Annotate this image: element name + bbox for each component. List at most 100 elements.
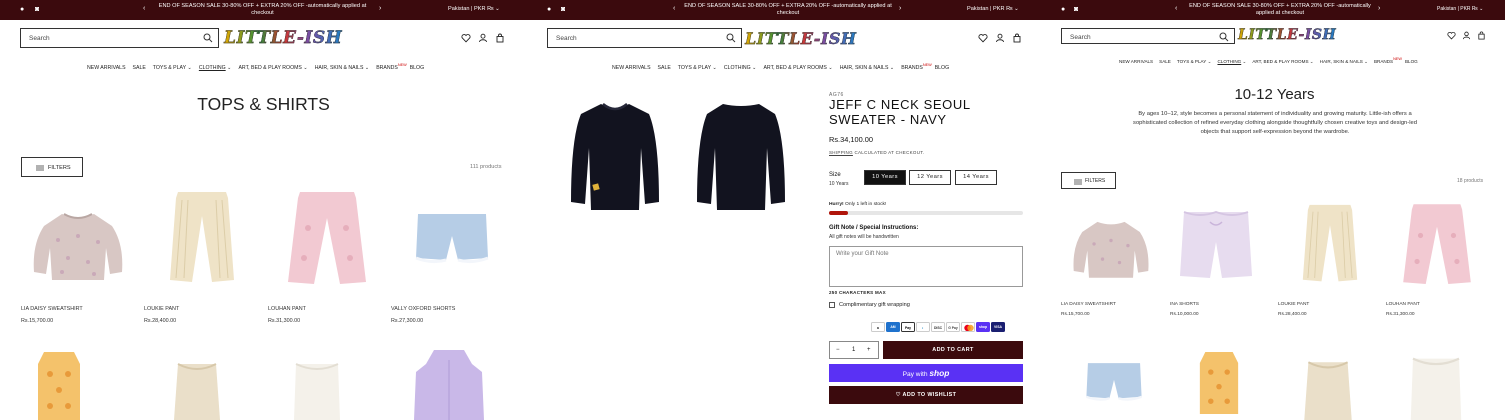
facebook-icon[interactable]: ● xyxy=(547,6,551,14)
nav-item-hair-skin[interactable]: HAIR, SKIN & NAILS ⌄ xyxy=(315,65,370,71)
product-image[interactable] xyxy=(1198,352,1240,414)
filters-button[interactable]: FILTERS xyxy=(1061,172,1116,189)
product-name[interactable]: LOUHAN PANT xyxy=(1386,302,1420,307)
product-image[interactable] xyxy=(1296,200,1364,288)
add-to-cart-button[interactable]: ADD TO CART xyxy=(883,341,1023,359)
nav-item-clothing[interactable]: CLOTHING ⌄ xyxy=(1217,59,1246,65)
nav-item-brands[interactable]: BRANDSNEW xyxy=(376,63,406,71)
nav-item-art-bed[interactable]: ART, BED & PLAY ROOMS ⌄ xyxy=(763,65,832,71)
nav-item-new-arrivals[interactable]: NEW ARRIVALS xyxy=(87,65,126,71)
product-image[interactable] xyxy=(172,356,222,420)
product-image[interactable] xyxy=(1408,352,1464,420)
user-icon[interactable] xyxy=(1462,31,1471,40)
logo[interactable]: LITTLE-ISH xyxy=(745,29,857,48)
product-image[interactable] xyxy=(1176,208,1256,282)
heart-icon[interactable] xyxy=(1447,31,1456,40)
logo[interactable]: LITTLE-ISH xyxy=(1238,27,1336,43)
search-input[interactable]: Search xyxy=(1061,28,1235,44)
search-icon[interactable] xyxy=(726,33,736,43)
gift-wrapping-label[interactable]: Complimentary gift wrapping xyxy=(839,302,910,308)
gift-note-textarea[interactable] xyxy=(829,246,1023,287)
size-option-10-years[interactable]: 10 Years xyxy=(864,170,906,185)
search-icon[interactable] xyxy=(203,33,213,43)
qty-value[interactable]: 1 xyxy=(852,347,855,353)
product-image[interactable] xyxy=(36,352,82,420)
nav-item-art-bed[interactable]: ART, BED & PLAY ROOMS ⌄ xyxy=(238,65,307,71)
product-image[interactable] xyxy=(282,188,372,290)
nav-item-toys[interactable]: TOYS & PLAY ⌄ xyxy=(678,65,717,71)
product-image[interactable] xyxy=(162,188,242,288)
nav-item-blog[interactable]: BLOG xyxy=(1405,59,1418,64)
chevron-left-icon[interactable]: ‹ xyxy=(1175,5,1177,13)
user-icon[interactable] xyxy=(995,33,1005,43)
nav-item-new-arrivals[interactable]: NEW ARRIVALS xyxy=(612,65,651,71)
qty-minus-button[interactable]: − xyxy=(836,347,840,353)
bag-icon[interactable] xyxy=(1477,31,1486,40)
product-name[interactable]: LOUKIE PANT xyxy=(144,306,179,312)
product-name[interactable]: INA SHORTS xyxy=(1170,302,1199,307)
product-image-front[interactable] xyxy=(567,98,663,213)
nav-item-blog[interactable]: BLOG xyxy=(935,65,949,71)
bag-icon[interactable] xyxy=(1012,33,1022,43)
product-image[interactable] xyxy=(1302,354,1354,420)
nav-item-clothing[interactable]: CLOTHING ⌄ xyxy=(724,65,757,71)
shipping-link[interactable]: SHIPPING xyxy=(829,150,853,155)
region-selector[interactable]: Pakistan | PKR ₨ ⌄ xyxy=(1437,6,1483,12)
bag-icon[interactable] xyxy=(495,33,505,43)
nav-item-hair-skin[interactable]: HAIR, SKIN & NAILS ⌄ xyxy=(1320,59,1368,65)
chevron-right-icon[interactable]: › xyxy=(379,5,381,13)
nav-item-toys[interactable]: TOYS & PLAY ⌄ xyxy=(1177,59,1212,65)
filter-icon xyxy=(1074,179,1082,185)
facebook-icon[interactable]: ● xyxy=(20,6,24,14)
chevron-right-icon[interactable]: › xyxy=(1378,5,1380,13)
nav-item-art-bed[interactable]: ART, BED & PLAY ROOMS ⌄ xyxy=(1252,59,1313,65)
product-name[interactable]: LOUHAN PANT xyxy=(268,306,306,312)
product-image[interactable] xyxy=(412,210,492,270)
instagram-icon[interactable]: ◙ xyxy=(1074,6,1078,14)
size-option-12-years[interactable]: 12 Years xyxy=(909,170,951,185)
heart-icon[interactable] xyxy=(461,33,471,43)
nav-item-hair-skin[interactable]: HAIR, SKIN & NAILS ⌄ xyxy=(840,65,895,71)
nav-item-new-arrivals[interactable]: NEW ARRIVALS xyxy=(1119,59,1153,64)
nav-item-clothing[interactable]: CLOTHING ⌄ xyxy=(199,65,232,71)
qty-plus-button[interactable]: + xyxy=(867,347,871,353)
product-image[interactable] xyxy=(1082,360,1146,406)
quantity-stepper[interactable]: − 1 + xyxy=(829,341,879,359)
nav-item-sale[interactable]: SALE xyxy=(133,65,146,71)
gift-wrapping-checkbox[interactable] xyxy=(829,302,835,308)
product-image[interactable] xyxy=(1398,200,1476,290)
product-image[interactable] xyxy=(412,350,486,420)
search-input[interactable]: Search xyxy=(547,28,742,48)
chevron-left-icon[interactable]: ‹ xyxy=(143,5,145,13)
heart-icon[interactable] xyxy=(978,33,988,43)
logo[interactable]: LITTLE-ISH xyxy=(224,28,342,48)
product-name[interactable]: LIA DAISY SWEATSHIRT xyxy=(21,306,83,312)
instagram-icon[interactable]: ◙ xyxy=(35,6,39,14)
chevron-right-icon[interactable]: › xyxy=(899,5,901,13)
search-input[interactable]: Search xyxy=(20,28,219,48)
product-name[interactable]: LIA DAISY SWEATSHIRT xyxy=(1061,302,1116,307)
search-icon[interactable] xyxy=(1219,32,1229,42)
filters-button[interactable]: FILTERS xyxy=(21,157,83,177)
nav-item-blog[interactable]: BLOG xyxy=(410,65,424,71)
product-image-back[interactable] xyxy=(693,98,789,213)
product-name[interactable]: LOUKIE PANT xyxy=(1278,302,1309,307)
nav-item-sale[interactable]: SALE xyxy=(658,65,671,71)
product-name[interactable]: VALLY OXFORD SHORTS xyxy=(391,306,455,312)
nav-item-toys[interactable]: TOYS & PLAY ⌄ xyxy=(153,65,192,71)
chevron-left-icon[interactable]: ‹ xyxy=(673,5,675,13)
nav-item-sale[interactable]: SALE xyxy=(1159,59,1171,64)
nav-item-brands[interactable]: BRANDSNEW xyxy=(1374,57,1402,64)
product-image[interactable] xyxy=(292,358,342,420)
region-selector[interactable]: Pakistan | PKR ₨ ⌄ xyxy=(448,6,500,12)
size-option-14-years[interactable]: 14 Years xyxy=(955,170,997,185)
product-image[interactable] xyxy=(1068,210,1154,282)
nav-item-brands[interactable]: BRANDSNEW xyxy=(901,63,931,71)
facebook-icon[interactable]: ● xyxy=(1061,6,1065,14)
product-image[interactable] xyxy=(28,200,128,285)
instagram-icon[interactable]: ◙ xyxy=(561,6,565,14)
shop-pay-button[interactable]: Pay with shop xyxy=(829,364,1023,382)
user-icon[interactable] xyxy=(478,33,488,43)
region-selector[interactable]: Pakistan | PKR ₨ ⌄ xyxy=(967,6,1019,12)
add-to-wishlist-button[interactable]: ♡ ADD TO WISHLIST xyxy=(829,386,1023,404)
